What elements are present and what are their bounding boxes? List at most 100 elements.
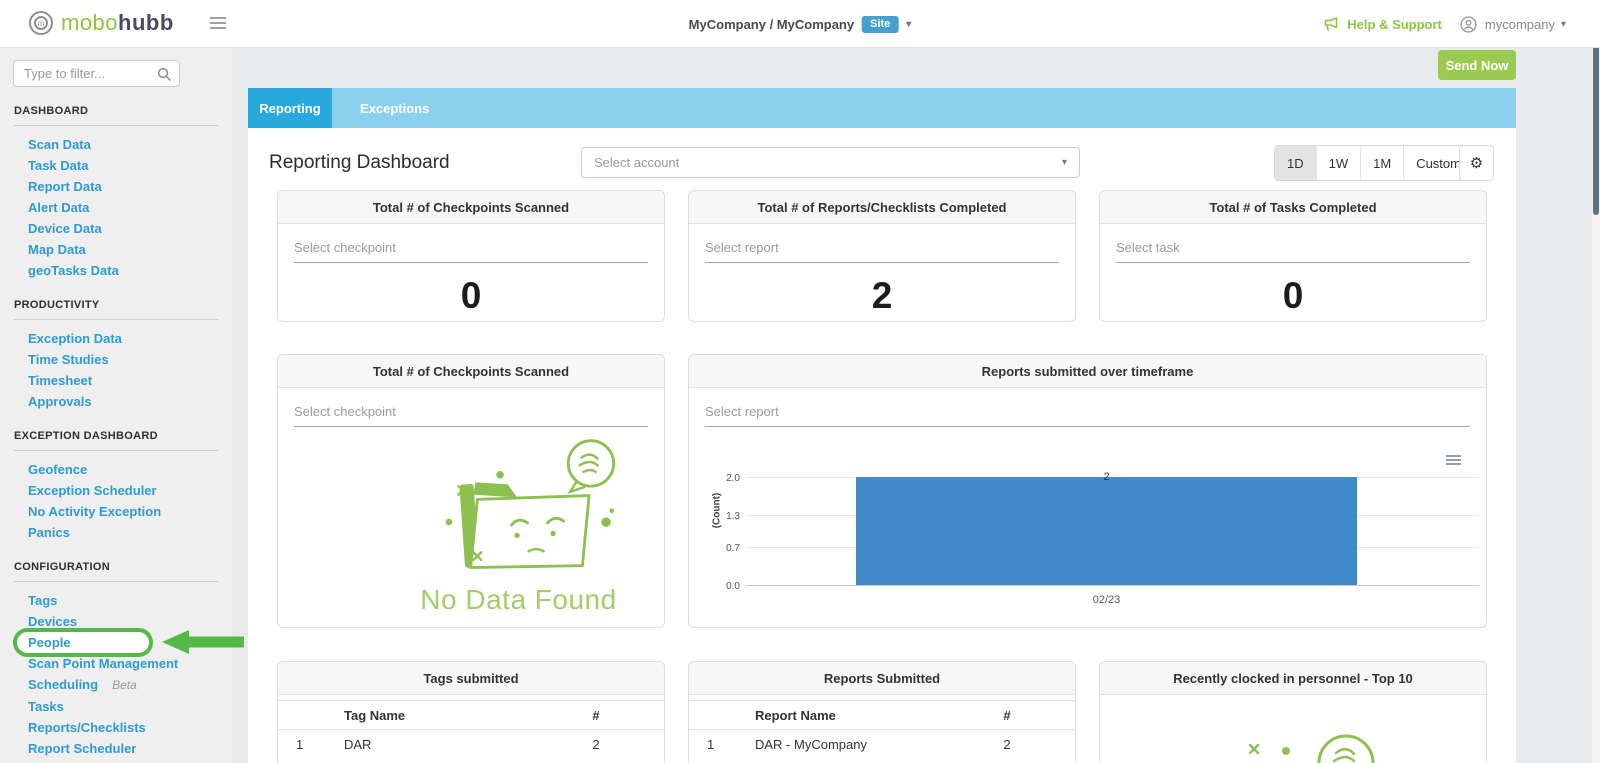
card-title: Total # of Reports/Checklists Completed xyxy=(689,191,1075,224)
top-header: m mobohubb MyCompany / MyCompany Site ▾ … xyxy=(0,0,1600,48)
company-switcher[interactable]: MyCompany / MyCompany Site ▾ xyxy=(689,0,912,48)
column-header: # xyxy=(963,708,1051,723)
sidebar-item-approvals[interactable]: Approvals xyxy=(0,391,232,412)
recently-clocked-in-card: Recently clocked in personnel - Top 10 xyxy=(1099,661,1487,763)
tab-reporting[interactable]: Reporting xyxy=(248,88,332,128)
sidebar-item-report-scheduler[interactable]: Report Scheduler xyxy=(0,738,232,759)
tasks-completed-value: 0 xyxy=(1100,275,1486,317)
tasks-completed-card: Total # of Tasks Completed Select task 0 xyxy=(1099,190,1487,322)
mobohubb-logo-icon: m xyxy=(28,10,54,36)
help-support-link[interactable]: Help & Support xyxy=(1347,17,1442,32)
page-title: Reporting Dashboard xyxy=(269,152,450,174)
settings-button[interactable]: ⚙ xyxy=(1459,145,1494,181)
sidebar-item-label: Approvals xyxy=(28,394,92,409)
table-cell: 1 xyxy=(278,737,334,752)
card-title: Tags submitted xyxy=(278,662,664,695)
sidebar-section-title: EXCEPTION DASHBOARD xyxy=(14,430,218,442)
chart-xtick-label: 02/23 xyxy=(856,594,1357,606)
sidebar-item-panics[interactable]: Panics xyxy=(0,522,232,543)
sidebar-item-no-activity-exception[interactable]: No Activity Exception xyxy=(0,501,232,522)
sidebar-item-label: Scan Data xyxy=(28,137,91,152)
sidebar-item-label: Map Data xyxy=(28,242,86,257)
search-icon xyxy=(157,67,171,81)
sidebar-section-title: DASHBOARD xyxy=(14,105,218,117)
sidebar-item-label: Reports/Checklists xyxy=(28,720,146,735)
section-divider xyxy=(14,125,218,126)
sidebar-item-scan-point-management[interactable]: Scan Point Management xyxy=(0,653,232,674)
table-row[interactable]: 1DAR2 xyxy=(278,730,664,758)
sidebar-item-map-data[interactable]: Map Data xyxy=(0,239,232,260)
chart-gridline xyxy=(746,585,1479,586)
sidebar-section: EXCEPTION DASHBOARD Geofence Exception Sch… xyxy=(0,430,232,543)
sidebar-item-exception-data[interactable]: Exception Data xyxy=(0,328,232,349)
sidebar-item-label: Panics xyxy=(28,525,70,540)
sidebar-item-time-studies[interactable]: Time Studies xyxy=(0,349,232,370)
scrollbar-thumb[interactable] xyxy=(1593,45,1599,215)
sidebar-item-scan-data[interactable]: Scan Data xyxy=(0,134,232,155)
empty-illustration-partial xyxy=(1100,695,1486,763)
section-divider xyxy=(14,319,218,320)
sidebar-item-label: Exception Data xyxy=(28,331,122,346)
menu-toggle-icon[interactable] xyxy=(210,17,226,32)
chart-bar[interactable] xyxy=(856,477,1357,585)
account-select[interactable]: Select account ▾ xyxy=(581,147,1080,178)
user-name: mycompany xyxy=(1485,17,1555,32)
sidebar-item-people[interactable]: People xyxy=(0,632,232,653)
reports-completed-value: 2 xyxy=(689,275,1075,317)
sidebar-item-label: Scheduling xyxy=(28,677,98,692)
user-menu[interactable]: mycompany ▾ xyxy=(1485,17,1566,32)
sidebar-item-label: Report Scheduler xyxy=(28,741,136,756)
sidebar-section: CONFIGURATIONTagsDevicesPeopleScan Point… xyxy=(0,561,232,759)
megaphone-icon xyxy=(1322,17,1339,32)
no-data-state: No Data Found xyxy=(278,435,664,616)
checkpoint-select[interactable]: Select checkpoint xyxy=(294,240,648,263)
sidebar-item-device-data[interactable]: Device Data xyxy=(0,218,232,239)
sidebar-item-geofence[interactable]: Geofence xyxy=(0,459,232,480)
sidebar-item-label: Geofence xyxy=(28,462,87,477)
chevron-down-icon: ▾ xyxy=(1062,157,1067,168)
range-button-1d[interactable]: 1D xyxy=(1275,146,1316,180)
sidebar-item-geotasks-data[interactable]: geoTasks Data xyxy=(0,260,232,281)
sidebar-item-scheduling[interactable]: Scheduling Beta xyxy=(0,674,232,696)
header-right: Help & Support mycompany ▾ xyxy=(1322,0,1566,48)
tab-exceptions[interactable]: Exceptions xyxy=(342,88,447,128)
page-scrollbar[interactable] xyxy=(1592,0,1600,763)
sidebar-item-label: Task Data xyxy=(28,158,88,173)
sidebar-item-tasks[interactable]: Tasks xyxy=(0,696,232,717)
range-button-1m[interactable]: 1M xyxy=(1360,146,1403,180)
beta-badge: Beta xyxy=(112,678,137,692)
sidebar-item-alert-data[interactable]: Alert Data xyxy=(0,197,232,218)
main-panel: Reporting Dashboard Select account ▾ 1D1… xyxy=(248,128,1516,763)
sidebar-item-task-data[interactable]: Task Data xyxy=(0,155,232,176)
logo: m mobohubb xyxy=(28,10,174,36)
sidebar-item-label: Alert Data xyxy=(28,200,89,215)
card-title: Reports Submitted xyxy=(689,662,1075,695)
task-select[interactable]: Select task xyxy=(1116,240,1470,263)
sidebar-item-report-data[interactable]: Report Data xyxy=(0,176,232,197)
checkpoints-chart-card: Total # of Checkpoints Scanned Select ch… xyxy=(277,354,665,628)
checkpoints-scanned-value: 0 xyxy=(278,275,664,317)
site-badge: Site xyxy=(862,16,898,33)
sidebar-item-tags[interactable]: Tags xyxy=(0,590,232,611)
no-data-state xyxy=(1100,695,1486,763)
report-select[interactable]: Select report xyxy=(705,240,1059,263)
tags-submitted-card: Tags submitted Tag Name#1DAR2 xyxy=(277,661,665,763)
sidebar-item-timesheet[interactable]: Timesheet xyxy=(0,370,232,391)
sidebar-item-label: Tasks xyxy=(28,699,64,714)
range-button-1w[interactable]: 1W xyxy=(1316,146,1361,180)
sidebar-item-label: Timesheet xyxy=(28,373,92,388)
send-now-button[interactable]: Send Now xyxy=(1438,50,1516,80)
chart-bar-value-label: 2 xyxy=(856,471,1357,483)
reports-submitted-card: Reports Submitted Report Name#1DAR - MyC… xyxy=(688,661,1076,763)
checkpoint-select[interactable]: Select checkpoint xyxy=(294,404,648,427)
company-name: MyCompany / MyCompany xyxy=(689,17,854,32)
table-cell: 2 xyxy=(552,737,640,752)
sidebar-item-exception-scheduler[interactable]: Exception Scheduler xyxy=(0,480,232,501)
chart-ytick-label: 0.0 xyxy=(696,581,740,592)
card-title: Total # of Tasks Completed xyxy=(1100,191,1486,224)
report-select[interactable]: Select report xyxy=(705,404,1470,427)
table-row[interactable]: 1DAR - MyCompany2 xyxy=(689,730,1075,758)
filter-input[interactable] xyxy=(14,61,179,86)
sidebar-section: DASHBOARD Scan Data Task Data Report Data Al… xyxy=(0,105,232,281)
sidebar-item-reports-checklists[interactable]: Reports/Checklists xyxy=(0,717,232,738)
